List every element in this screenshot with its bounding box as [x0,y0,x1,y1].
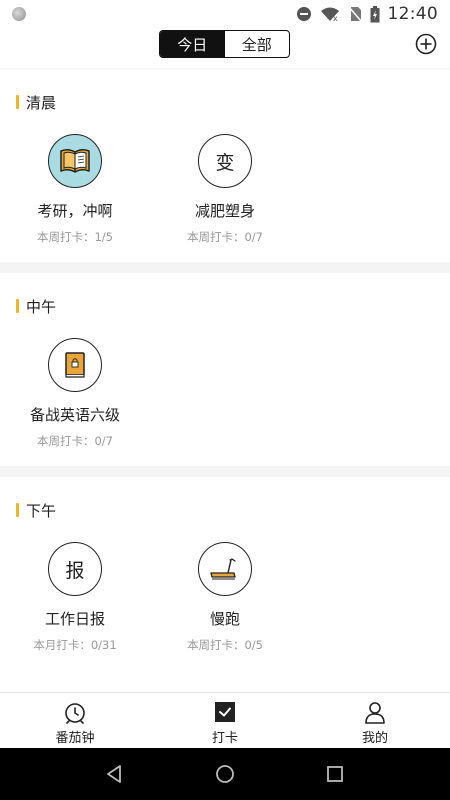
tab-profile[interactable]: 我的 [300,693,450,748]
habit-name: 考研，冲啊 [37,202,113,220]
tab-label: 打卡 [211,731,238,746]
habit-checkin-count: 本周打卡：0/7 [36,434,113,448]
open-book-icon [60,148,90,173]
habit-text-icon: 报 [48,542,102,596]
day-filter-segmented-control: 今日 全部 [159,30,290,58]
recents-icon[interactable] [323,762,347,786]
tab-label: 番茄钟 [55,731,95,746]
status-time: 12:40 [387,4,438,24]
section-noon: 中午 备战英语六级 本周打卡：0/7 [0,297,450,457]
section-title: 中午 [16,297,56,316]
notification-dot-icon [12,7,26,21]
no-sim-icon [347,6,362,22]
locked-book-icon [65,352,85,378]
habit-checkin-count: 本周打卡：0/7 [186,230,263,244]
habit-name: 备战英语六级 [29,406,120,424]
home-icon[interactable] [213,762,237,786]
habit-icon [198,542,252,596]
habit-card[interactable]: 备战英语六级 本周打卡：0/7 [0,338,150,449]
habit-card[interactable]: 报 工作日报 本月打卡：0/31 [0,542,150,653]
battery-charging-icon [370,5,379,22]
status-icons: x 12:40 [296,4,439,24]
do-not-disturb-icon [296,7,311,21]
add-habit-icon[interactable] [415,33,437,55]
divider [0,68,450,70]
habit-name: 慢跑 [209,610,240,628]
section-title: 清晨 [16,93,56,112]
alarm-clock-icon [65,703,85,724]
system-navigation-bar [0,748,450,800]
section-morning: 清晨 考研，冲啊 本周打卡：1/5 变 减肥塑身 本周打卡：0/7 [0,93,450,253]
habit-card[interactable]: 考研，冲啊 本周打卡：1/5 [0,134,150,245]
svg-text:x: x [333,14,338,22]
habit-checkin-count: 本周打卡：1/5 [36,230,113,244]
section-title: 下午 [16,501,56,520]
habit-text-icon: 变 [198,134,252,188]
habit-name: 工作日报 [44,610,105,628]
tab-label: 我的 [361,731,388,746]
treadmill-icon [210,558,236,580]
habit-checkin-count: 本周打卡：0/5 [186,638,263,652]
habit-icon [48,338,102,392]
header: 今日 全部 [0,28,450,68]
tab-checkin[interactable]: 打卡 [150,693,300,748]
section-afternoon: 下午 报 工作日报 本月打卡：0/31 慢跑 本周打卡：0/5 [0,501,450,661]
section-divider [0,466,450,477]
bottom-tab-bar: 番茄钟 打卡 我的 [0,692,450,748]
tab-today[interactable]: 今日 [160,31,225,57]
habit-card[interactable]: 慢跑 本周打卡：0/5 [150,542,300,653]
status-bar: x 12:40 [0,0,450,28]
habit-checkin-count: 本月打卡：0/31 [33,638,117,652]
habit-name: 减肥塑身 [194,202,255,220]
habit-icon [48,134,102,188]
back-icon[interactable] [103,762,127,786]
tab-all[interactable]: 全部 [225,31,290,57]
checkbox-icon [215,702,235,722]
section-divider [0,262,450,273]
tab-pomodoro[interactable]: 番茄钟 [0,693,150,748]
habit-card[interactable]: 变 减肥塑身 本周打卡：0/7 [150,134,300,245]
person-icon [365,702,385,724]
wifi-icon: x [320,7,339,22]
